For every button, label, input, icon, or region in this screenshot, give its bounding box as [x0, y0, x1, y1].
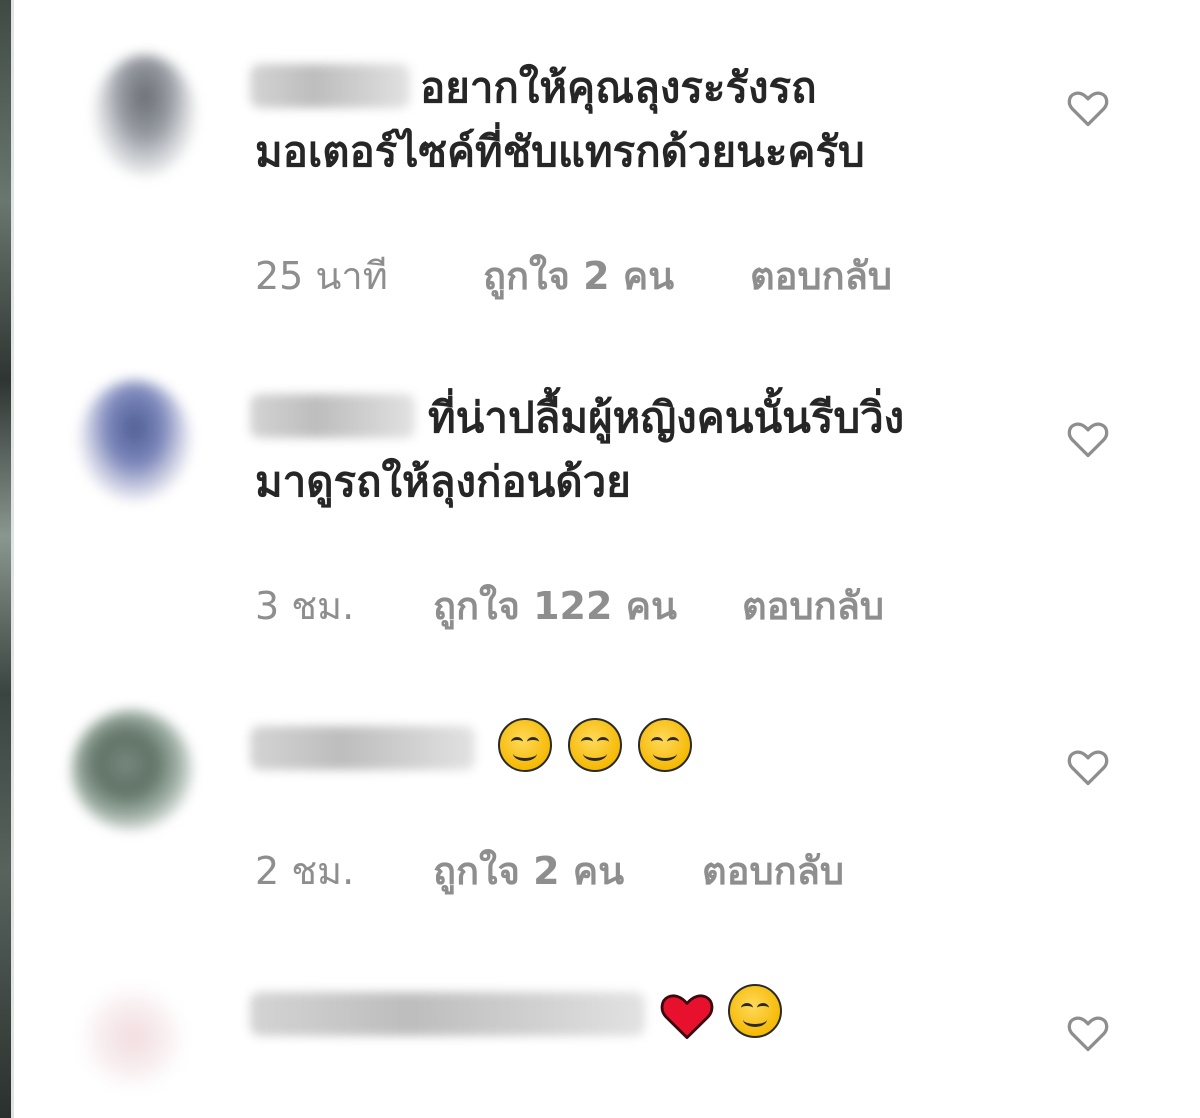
heart-outline-icon[interactable]: [1065, 1011, 1111, 1055]
comment-timestamp: 2 ชม.: [255, 849, 355, 893]
avatar[interactable]: [80, 985, 185, 1090]
comment-text-line: อยากให้คุณลุงระรังรถ: [420, 63, 817, 112]
username-blurred[interactable]: [250, 394, 415, 438]
username-blurred[interactable]: [250, 726, 475, 770]
avatar[interactable]: [95, 55, 195, 175]
comment-timestamp: 25 นาที: [255, 254, 388, 298]
smiling-face-icon: [728, 984, 782, 1038]
smiling-face-icon: [498, 718, 552, 772]
avatar[interactable]: [80, 380, 190, 500]
comment-text-line: ที่น่าปลื้มผู้หญิงคนนั้นรีบวิ่ง: [428, 393, 905, 442]
comment-text-line: มาดูรถให้ลุงก่อนด้วย: [255, 457, 631, 506]
likes-count-link[interactable]: ถูกใจ 122 คน: [433, 575, 677, 636]
comment-timestamp: 3 ชม.: [255, 584, 355, 628]
likes-count-link[interactable]: ถูกใจ 2 คน: [433, 840, 624, 901]
comment-text-line: มอเตอร์ไซค์ที่ชับแทรกด้วยนะครับ: [255, 127, 865, 176]
username-blurred[interactable]: [250, 992, 645, 1036]
reply-button[interactable]: ตอบกลับ: [742, 575, 884, 636]
background-photo-edge: [0, 0, 14, 1118]
heart-outline-icon[interactable]: [1065, 417, 1111, 461]
red-heart-icon: [660, 994, 714, 1040]
smiling-face-icon: [638, 718, 692, 772]
reply-button[interactable]: ตอบกลับ: [750, 245, 892, 306]
likes-count-link[interactable]: ถูกใจ 2 คน: [483, 245, 674, 306]
smiling-face-icon: [568, 718, 622, 772]
username-blurred[interactable]: [250, 64, 410, 108]
heart-outline-icon[interactable]: [1065, 745, 1111, 789]
reply-button[interactable]: ตอบกลับ: [702, 840, 844, 901]
avatar[interactable]: [72, 710, 192, 830]
heart-outline-icon[interactable]: [1065, 86, 1111, 130]
